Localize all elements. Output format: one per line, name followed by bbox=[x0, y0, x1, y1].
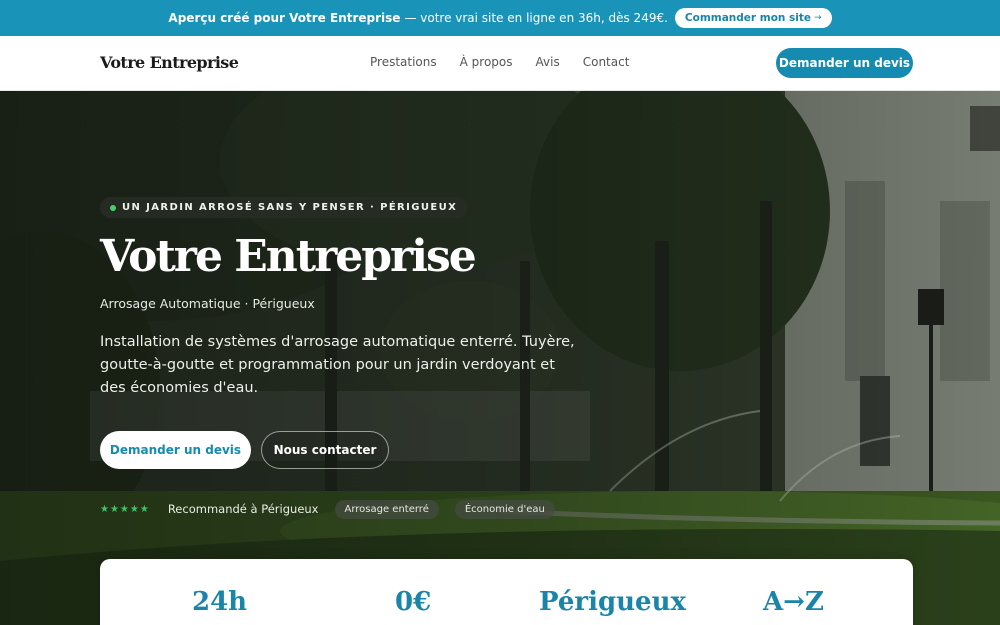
tag-economie-eau: Économie d'eau bbox=[454, 499, 555, 519]
nav-link-contact[interactable]: Contact bbox=[583, 55, 630, 69]
nav-link-avis[interactable]: Avis bbox=[536, 55, 560, 69]
stat-response-time: 24h bbox=[192, 587, 248, 617]
hero-section: UN JARDIN ARROSÉ SANS Y PENSER · PÉRIGUE… bbox=[0, 91, 1000, 625]
tag-arrosage-enterre: Arrosage enterré bbox=[334, 499, 439, 519]
hero-quote-button[interactable]: Demander un devis bbox=[100, 431, 251, 469]
stat-location: Périgueux bbox=[539, 587, 686, 617]
nav-link-a-propos[interactable]: À propos bbox=[460, 55, 513, 69]
main-nav: Prestations À propos Avis Contact bbox=[370, 55, 652, 69]
hero-title: Votre Entreprise bbox=[100, 231, 477, 282]
stats-card: 24h 0€ Périgueux A→Z bbox=[100, 559, 913, 625]
status-dot-icon bbox=[110, 204, 116, 211]
promo-headline: Aperçu créé pour Votre Entreprise bbox=[168, 11, 401, 25]
stat-scope: A→Z bbox=[763, 587, 824, 617]
hero-badge: UN JARDIN ARROSÉ SANS Y PENSER · PÉRIGUE… bbox=[100, 197, 468, 218]
star-rating-icon: ★★★★★ bbox=[100, 503, 150, 515]
site-header: Votre Entreprise Prestations À propos Av… bbox=[0, 36, 1000, 91]
arrow-right-icon: → bbox=[814, 13, 822, 23]
hero-contact-button[interactable]: Nous contacter bbox=[261, 431, 389, 469]
order-site-button-label: Commander mon site bbox=[684, 12, 812, 24]
promo-text: — votre vrai site en ligne en 36h, dès 2… bbox=[404, 11, 668, 25]
recommendation-text: Recommandé à Périgueux bbox=[167, 502, 319, 516]
rating-row: ★★★★★ Recommandé à Périgueux Arrosage en… bbox=[100, 499, 555, 519]
nav-link-prestations[interactable]: Prestations bbox=[370, 55, 437, 69]
promo-banner: Aperçu créé pour Votre Entreprise — votr… bbox=[0, 0, 1000, 36]
hero-subtitle: Arrosage Automatique · Périgueux bbox=[100, 296, 315, 311]
order-site-button[interactable]: Commander mon site → bbox=[674, 8, 832, 28]
stat-price: 0€ bbox=[395, 587, 432, 617]
hero-description: Installation de systèmes d'arrosage auto… bbox=[100, 334, 575, 396]
header-quote-button[interactable]: Demander un devis bbox=[776, 48, 913, 78]
site-logo[interactable]: Votre Entreprise bbox=[100, 53, 239, 72]
hero-badge-text: UN JARDIN ARROSÉ SANS Y PENSER · PÉRIGUE… bbox=[122, 202, 458, 213]
